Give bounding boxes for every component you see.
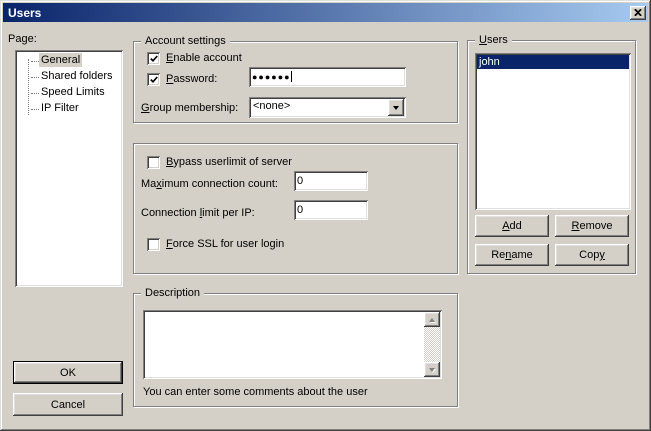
ok-button[interactable]: OK bbox=[13, 361, 123, 384]
close-button[interactable] bbox=[630, 6, 646, 20]
users-dialog: { "window": { "title": "Users" }, "color… bbox=[0, 0, 651, 431]
password-input[interactable]: ●●●●●● bbox=[249, 67, 406, 87]
arrow-up-icon bbox=[429, 318, 435, 322]
user-name: john bbox=[479, 56, 500, 68]
tree-item-speed-limits[interactable]: Speed Limits bbox=[17, 85, 121, 101]
account-settings-group: Account settings Enable account Password… bbox=[133, 41, 458, 123]
max-connection-count-value: 0 bbox=[297, 175, 303, 187]
page-label: Page: bbox=[8, 33, 37, 46]
tree-item-shared-folders[interactable]: Shared folders bbox=[17, 69, 121, 85]
add-button[interactable]: Add bbox=[475, 215, 549, 237]
group-membership-value: <none> bbox=[249, 97, 386, 118]
description-scrollbar[interactable] bbox=[424, 312, 440, 377]
users-group: Users john Add Remove Rename Copy bbox=[467, 40, 636, 274]
max-connection-count-input[interactable]: 0 bbox=[294, 171, 368, 191]
cancel-button-label: Cancel bbox=[51, 399, 85, 411]
rename-button[interactable]: Rename bbox=[475, 244, 549, 266]
remove-button-label: Remove bbox=[572, 220, 613, 232]
scroll-down-button[interactable] bbox=[424, 362, 440, 377]
text-caret bbox=[291, 71, 292, 82]
password-value: ●●●●●● bbox=[252, 72, 291, 82]
description-hint: You can enter some comments about the us… bbox=[143, 386, 368, 399]
description-textarea[interactable] bbox=[143, 310, 442, 379]
connection-limit-per-ip-label: Connection limit per IP: bbox=[141, 207, 255, 220]
users-listbox[interactable]: john bbox=[475, 53, 631, 210]
ok-button-label: OK bbox=[60, 367, 76, 379]
arrow-down-icon bbox=[429, 368, 435, 372]
remove-button[interactable]: Remove bbox=[555, 215, 629, 237]
connection-limit-per-ip-value: 0 bbox=[297, 204, 303, 216]
check-icon bbox=[150, 76, 158, 84]
description-group: Description You can enter some comments … bbox=[133, 293, 458, 407]
tree-item-label: Speed Limits bbox=[39, 85, 107, 99]
copy-button[interactable]: Copy bbox=[555, 244, 629, 266]
force-ssl-checkbox[interactable] bbox=[147, 238, 160, 251]
add-button-label: Add bbox=[502, 220, 522, 232]
account-settings-group-title: Account settings bbox=[141, 35, 230, 48]
cancel-button[interactable]: Cancel bbox=[13, 393, 123, 416]
copy-button-label: Copy bbox=[579, 249, 605, 261]
scroll-up-button[interactable] bbox=[424, 312, 440, 327]
force-ssl-label: Force SSL for user login bbox=[166, 238, 284, 251]
dropdown-button[interactable] bbox=[388, 99, 404, 116]
users-group-title: Users bbox=[475, 34, 512, 47]
enable-account-checkbox[interactable] bbox=[147, 52, 160, 65]
chevron-down-icon bbox=[393, 106, 399, 110]
connection-limit-per-ip-input[interactable]: 0 bbox=[294, 200, 368, 220]
connection-limits-group: Bypass userlimit of server Maximum conne… bbox=[133, 143, 458, 274]
window-title: Users bbox=[8, 6, 630, 20]
page-tree[interactable]: General Shared folders Speed Limits IP F… bbox=[15, 50, 123, 287]
list-item[interactable]: john bbox=[477, 55, 629, 69]
tree-item-label: IP Filter bbox=[39, 101, 81, 115]
titlebar[interactable]: Users bbox=[3, 3, 648, 22]
password-checkbox[interactable] bbox=[147, 73, 160, 86]
bypass-userlimit-checkbox[interactable] bbox=[147, 156, 160, 169]
group-membership-select[interactable]: <none> bbox=[249, 97, 406, 118]
close-icon bbox=[634, 9, 642, 16]
enable-account-label: Enable account bbox=[166, 52, 242, 65]
password-label: Password: bbox=[166, 73, 217, 86]
tree-item-label: Shared folders bbox=[39, 69, 115, 83]
check-icon bbox=[150, 55, 158, 63]
description-group-title: Description bbox=[141, 287, 204, 300]
rename-button-label: Rename bbox=[491, 249, 533, 261]
bypass-userlimit-label: Bypass userlimit of server bbox=[166, 156, 292, 169]
max-connection-count-label: Maximum connection count: bbox=[141, 178, 278, 191]
tree-item-ip-filter[interactable]: IP Filter bbox=[17, 101, 121, 117]
tree-item-label: General bbox=[39, 53, 82, 67]
group-membership-label: Group membership: bbox=[141, 102, 238, 115]
tree-item-general[interactable]: General bbox=[17, 53, 121, 69]
